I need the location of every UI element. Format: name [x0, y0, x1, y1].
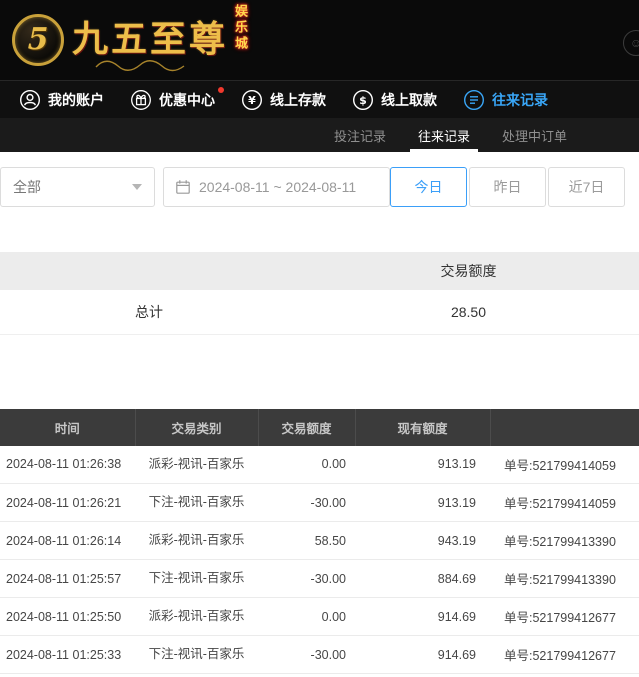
table-row: 2024-08-11 01:25:50 派彩-视讯-百家乐 0.00 914.6… [0, 598, 639, 636]
cell-balance: 914.69 [355, 598, 490, 636]
column-header-note [490, 409, 639, 446]
nav-item-withdraw[interactable]: $ 线上取款 [341, 81, 448, 118]
brand-badge: 娱乐城 [234, 4, 247, 64]
type-select-value: 全部 [13, 177, 41, 197]
cell-type: 下注-视讯-百家乐 [135, 484, 258, 522]
main-nav: 我的账户 优惠中心 ¥ 线上存款 [0, 80, 639, 118]
cell-time: 2024-08-11 01:26:14 [0, 522, 135, 560]
table-row: 2024-08-11 01:26:38 派彩-视讯-百家乐 0.00 913.1… [0, 446, 639, 484]
svg-text:$: $ [359, 94, 367, 107]
gift-icon [130, 89, 152, 111]
tab-bet-records[interactable]: 投注记录 [318, 118, 402, 152]
last-7-days-button[interactable]: 近7日 [548, 167, 625, 207]
brand-name: 九五至尊 [72, 20, 228, 60]
cell-time: 2024-08-11 01:25:57 [0, 560, 135, 598]
cell-amount: -30.00 [258, 560, 355, 598]
table-row: 2024-08-11 01:25:57 下注-视讯-百家乐 -30.00 884… [0, 560, 639, 598]
nav-item-deposit[interactable]: ¥ 线上存款 [230, 81, 337, 118]
nav-item-my-account[interactable]: 我的账户 [8, 81, 115, 118]
cell-amount: 58.50 [258, 522, 355, 560]
tab-label: 处理中订单 [502, 126, 567, 145]
column-header-balance: 现有额度 [355, 409, 490, 446]
summary-total-row: 总计 28.50 [0, 290, 639, 334]
cell-balance: 913.19 [355, 446, 490, 484]
table-row: 2024-08-11 01:25:33 下注-视讯-百家乐 -30.00 914… [0, 636, 639, 674]
filter-bar: 全部 2024-08-11 ~ 2024-08-11 今日 昨日 近7日 [0, 152, 639, 222]
cell-type: 下注-视讯-百家乐 [135, 636, 258, 674]
table-row: 2024-08-11 01:26:14 派彩-视讯-百家乐 58.50 943.… [0, 522, 639, 560]
transactions-section: 时间 交易类别 交易额度 现有额度 2024-08-11 01:26:38 派彩… [0, 409, 639, 675]
nav-label: 我的账户 [48, 90, 104, 110]
subtab-bar: 投注记录 往来记录 处理中订单 [0, 118, 639, 152]
cell-balance: 913.19 [355, 484, 490, 522]
cell-note: 单号:521799412677 [490, 636, 639, 674]
tab-label: 往来记录 [418, 126, 470, 145]
cell-note: 单号:521799413390 [490, 522, 639, 560]
cell-balance: 884.69 [355, 560, 490, 598]
notification-dot [218, 87, 224, 93]
summary-total-value: 28.50 [298, 290, 639, 334]
today-button[interactable]: 今日 [390, 167, 467, 207]
cell-type: 派彩-视讯-百家乐 [135, 598, 258, 636]
cell-type: 派彩-视讯-百家乐 [135, 446, 258, 484]
button-label: 昨日 [494, 177, 522, 197]
tab-transaction-records[interactable]: 往来记录 [402, 118, 486, 152]
nav-label: 优惠中心 [159, 90, 215, 110]
chevron-down-icon [132, 184, 142, 190]
flourish-ornament-icon [94, 59, 190, 73]
cell-type: 下注-视讯-百家乐 [135, 560, 258, 598]
summary-header-empty [0, 252, 298, 290]
button-label: 近7日 [569, 177, 605, 197]
cell-note: 单号:521799412677 [490, 598, 639, 636]
date-range-value: 2024-08-11 ~ 2024-08-11 [199, 179, 356, 195]
cell-time: 2024-08-11 01:26:21 [0, 484, 135, 522]
user-icon [19, 89, 41, 111]
column-header-amount: 交易额度 [258, 409, 355, 446]
yesterday-button[interactable]: 昨日 [469, 167, 546, 207]
nav-label: 线上存款 [270, 90, 326, 110]
cell-amount: 0.00 [258, 446, 355, 484]
calendar-icon [175, 179, 191, 195]
cell-balance: 943.19 [355, 522, 490, 560]
cell-type: 派彩-视讯-百家乐 [135, 522, 258, 560]
svg-text:¥: ¥ [248, 94, 256, 107]
cell-balance: 914.69 [355, 636, 490, 674]
cell-amount: -30.00 [258, 636, 355, 674]
cell-time: 2024-08-11 01:26:38 [0, 446, 135, 484]
page: 5 九五至尊 娱乐城 ☺ 我的账户 [0, 0, 639, 677]
summary-header-amount: 交易额度 [298, 252, 639, 290]
summary-total-label: 总计 [0, 290, 298, 334]
records-doc-icon [463, 89, 485, 111]
withdraw-coin-icon: $ [352, 89, 374, 111]
type-select[interactable]: 全部 [0, 167, 155, 207]
cell-note: 单号:521799414059 [490, 446, 639, 484]
summary-section: 交易额度 总计 28.50 [0, 252, 639, 335]
nav-label: 线上取款 [381, 90, 437, 110]
nav-label: 往来记录 [492, 90, 548, 110]
tab-processing-orders[interactable]: 处理中订单 [486, 118, 583, 152]
nav-item-promotions[interactable]: 优惠中心 [119, 81, 226, 118]
cell-amount: -30.00 [258, 484, 355, 522]
table-header-row: 时间 交易类别 交易额度 现有额度 [0, 409, 639, 446]
top-header: 5 九五至尊 娱乐城 ☺ [0, 0, 639, 80]
column-header-type: 交易类别 [135, 409, 258, 446]
brand-block[interactable]: 九五至尊 [72, 20, 228, 60]
service-icon[interactable]: ☺ [623, 30, 639, 56]
cell-note: 单号:521799414059 [490, 484, 639, 522]
cell-time: 2024-08-11 01:25:50 [0, 598, 135, 636]
table-row: 2024-08-11 01:26:21 下注-视讯-百家乐 -30.00 913… [0, 484, 639, 522]
nav-item-transaction-records[interactable]: 往来记录 [452, 81, 559, 118]
tab-label: 投注记录 [334, 126, 386, 145]
button-label: 今日 [415, 177, 443, 197]
summary-header-row: 交易额度 [0, 252, 639, 290]
brand-logo[interactable]: 5 [12, 14, 64, 66]
logo-number: 5 [28, 25, 49, 55]
deposit-coin-icon: ¥ [241, 89, 263, 111]
cell-time: 2024-08-11 01:25:33 [0, 636, 135, 674]
cell-note: 单号:521799413390 [490, 560, 639, 598]
date-range-input[interactable]: 2024-08-11 ~ 2024-08-11 [163, 167, 390, 207]
cell-amount: 0.00 [258, 598, 355, 636]
column-header-time: 时间 [0, 409, 135, 446]
